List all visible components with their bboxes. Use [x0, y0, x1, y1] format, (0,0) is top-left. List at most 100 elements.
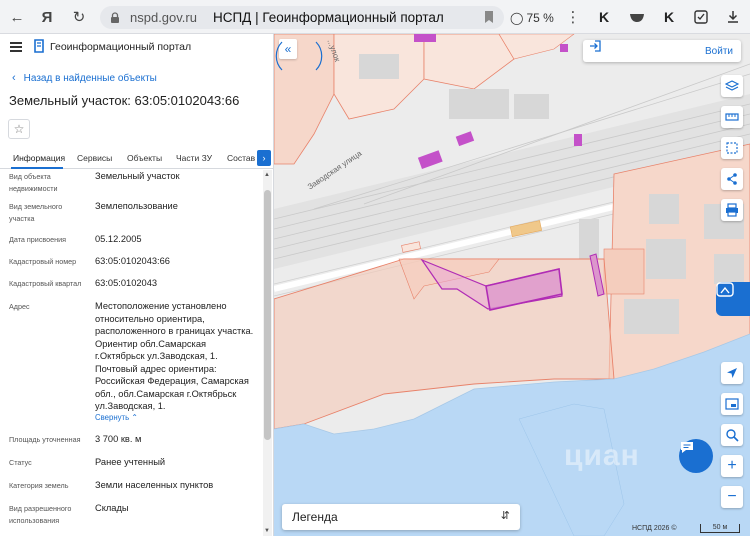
back-arrow-icon[interactable]: ← [4, 4, 30, 30]
collapse-label: Свернуть [95, 413, 130, 422]
side-panel-toggle[interactable] [716, 282, 750, 316]
panel-header: Геоинформационный портал [0, 34, 273, 58]
prop-value: 3 700 кв. м [95, 434, 142, 444]
select-area-button[interactable] [721, 137, 743, 159]
prop-label: Дата присвоения [9, 235, 67, 244]
chevron-right-icon: › [262, 153, 266, 163]
scroll-up-icon[interactable]: ▲ [264, 172, 270, 178]
geolocation-button[interactable] [721, 362, 743, 384]
ruler-icon [725, 113, 739, 121]
tab-parts[interactable]: Части ЗУ [176, 153, 212, 163]
browser-toolbar: ← Я ↻ nspd.gov.ru НСПД | Геоинформационн… [0, 0, 750, 34]
scroll-down-icon[interactable]: ▼ [264, 528, 270, 534]
minimap-button[interactable] [721, 393, 743, 415]
tab-services[interactable]: Сервисы [77, 153, 112, 163]
map-view[interactable]: Заводская улица ...улок циан « Войти + − [274, 34, 750, 536]
search-icon [726, 429, 739, 442]
prop-value: 63:05:0102043 [95, 278, 158, 288]
star-icon: ☆ [13, 122, 25, 136]
panel-scrollbar[interactable]: ▲ ▼ [263, 170, 272, 536]
chat-ring-decoration [275, 41, 323, 71]
reload-icon[interactable]: ↻ [66, 4, 92, 30]
layers-button[interactable] [721, 75, 743, 97]
collapse-address-link[interactable]: Свернуть ⌃ [95, 413, 138, 422]
chat-support-button[interactable] [679, 439, 713, 473]
prop-value: Земельный участок [95, 171, 180, 181]
extension-k-icon[interactable]: K [593, 6, 615, 28]
prop-value: Склады [95, 503, 129, 513]
plus-icon: + [727, 457, 737, 474]
portal-logo-icon [34, 39, 44, 53]
scrollbar-thumb[interactable] [264, 190, 271, 440]
map-canvas [274, 34, 750, 536]
prop-label: Кадастровый номер [9, 257, 77, 266]
prop-label: Площадь уточненная [9, 435, 81, 444]
object-tabs: Информация Сервисы Объекты Части ЗУ Сост… [0, 147, 273, 169]
object-title: Земельный участок: 63:05:0102043:66 [9, 93, 240, 108]
extension-bowl-icon[interactable] [626, 6, 648, 28]
select-area-icon [726, 142, 738, 154]
share-icon [727, 173, 737, 185]
address-domain: nspd.gov.ru [130, 10, 197, 25]
login-icon [590, 40, 601, 52]
address-bar[interactable]: nspd.gov.ru НСПД | Геоинформационный пор… [100, 6, 504, 29]
prop-value: Землепользование [95, 201, 178, 211]
prop-label: Вид разрешенного использования [9, 504, 72, 525]
prop-value: 63:05:0102043:66 [95, 256, 170, 266]
menu-icon[interactable] [10, 42, 22, 52]
yandex-logo-icon[interactable]: Я [34, 4, 60, 30]
chevron-left-icon: ‹ [12, 72, 16, 84]
prop-label: Вид объекта недвижимости [9, 172, 58, 193]
chat-icon [681, 442, 693, 453]
search-chat-icon: ◯ [510, 10, 524, 25]
login-label: Войти [705, 45, 733, 57]
active-tab-indicator [11, 167, 63, 169]
bookmark-icon[interactable] [484, 10, 494, 24]
printer-icon [726, 203, 738, 217]
tab-objects[interactable]: Объекты [127, 153, 162, 163]
zoom-indicator[interactable]: ◯ 75 % [510, 6, 556, 29]
more-icon[interactable]: ⋮ [560, 4, 586, 30]
address-page-title: НСПД | Геоинформационный портал [212, 10, 444, 25]
object-info-panel: Геоинформационный портал ‹ Назад в найде… [0, 34, 274, 536]
favorite-button[interactable]: ☆ [8, 119, 30, 139]
tab-information[interactable]: Информация [13, 153, 65, 163]
prop-label: Категория земель [9, 481, 69, 490]
minus-icon: − [727, 488, 737, 505]
prop-value: Ранее учтенный [95, 457, 166, 467]
layers-icon [725, 80, 739, 91]
search-map-button[interactable] [721, 424, 743, 446]
measure-button[interactable] [721, 106, 743, 128]
back-link-label: Назад в найденные объекты [23, 72, 157, 84]
extension-note-icon[interactable] [690, 6, 712, 28]
lock-icon [111, 11, 119, 23]
notification-icon [716, 282, 734, 297]
chevron-updown-icon: ⇵ [500, 510, 510, 522]
tab-composition[interactable]: Состав [227, 153, 255, 163]
prop-label: Кадастровый квартал [9, 279, 82, 288]
back-to-results-link[interactable]: ‹ Назад в найденные объекты [12, 72, 157, 84]
chevron-up-icon: ⌃ [131, 413, 138, 422]
map-scale: 50 м [700, 524, 740, 533]
extension-k2-icon[interactable]: K [658, 6, 680, 28]
zoom-in-button[interactable]: + [721, 455, 743, 477]
login-button[interactable]: Войти [583, 40, 741, 62]
tabs-scroll-right-button[interactable]: › [257, 150, 271, 166]
properties-list: Вид объекта недвижимости Земельный участ… [0, 170, 262, 536]
downloads-icon[interactable] [722, 6, 744, 28]
legend-label: Легенда [292, 510, 338, 524]
zoom-level: 75 % [526, 10, 554, 25]
prop-label: Вид земельного участка [9, 202, 63, 223]
share-button[interactable] [721, 168, 743, 190]
portal-name: Геоинформационный портал [50, 41, 192, 53]
legend-dropdown[interactable]: Легенда ⇵ [282, 504, 520, 530]
print-button[interactable] [721, 199, 743, 221]
watermark-text: циан [564, 439, 640, 472]
zoom-out-button[interactable]: − [721, 486, 743, 508]
minimap-icon [725, 398, 739, 410]
location-arrow-icon [727, 368, 737, 378]
prop-value: Местоположение установлено относительно … [95, 301, 254, 411]
prop-value: Земли населенных пунктов [95, 480, 214, 490]
prop-label: Адрес [9, 302, 30, 311]
copyright-text: НСПД 2026 © [632, 525, 677, 532]
